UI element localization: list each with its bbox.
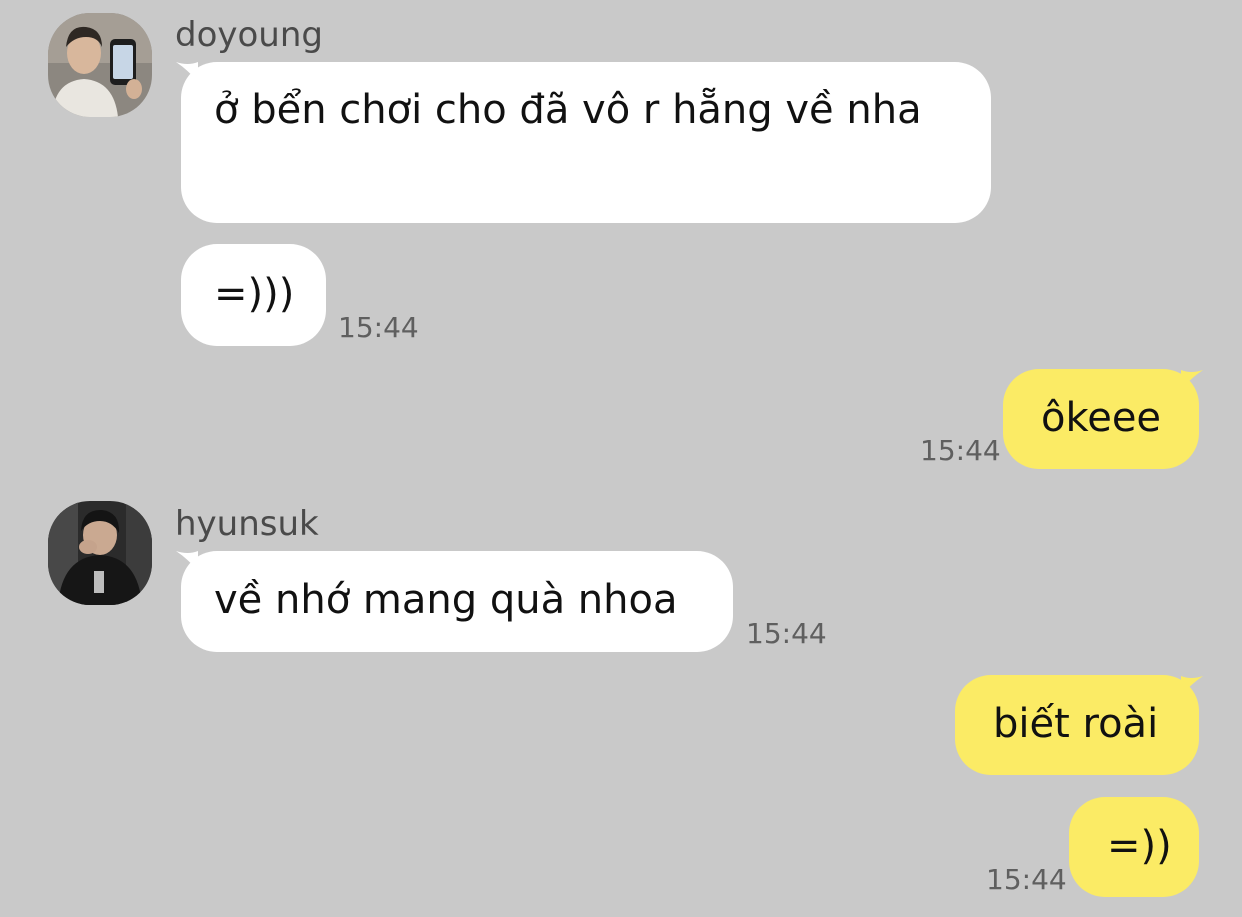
message-text: về nhớ mang quà nhoa (214, 577, 678, 623)
message-text: ở bển chơi cho đã vô r hẵng về nha (214, 87, 922, 133)
message-timestamp: 15:44 (986, 863, 1067, 896)
user-photo-avatar-icon (48, 501, 152, 605)
message-timestamp: 15:44 (920, 434, 1001, 467)
message-text: =))) (214, 271, 295, 317)
message-bubble-me-2[interactable]: biết roài (955, 675, 1199, 775)
message-timestamp: 15:44 (746, 617, 827, 650)
message-text: biết roài (993, 701, 1159, 747)
message-text: =)) (1107, 823, 1172, 869)
message-bubble-me-1[interactable]: ôkeee (1003, 369, 1199, 469)
sender-name-hyunsuk: hyunsuk (175, 504, 319, 544)
message-bubble-doyoung-2[interactable]: =))) (181, 244, 326, 346)
message-bubble-doyoung-1[interactable]: ở bển chơi cho đã vô r hẵng về nha (181, 62, 991, 223)
sender-name-doyoung: doyoung (175, 15, 323, 55)
avatar-hyunsuk[interactable] (48, 501, 152, 605)
message-text: ôkeee (1041, 395, 1162, 441)
message-bubble-me-3[interactable]: =)) (1069, 797, 1199, 897)
avatar-doyoung[interactable] (48, 13, 152, 117)
message-bubble-hyunsuk-1[interactable]: về nhớ mang quà nhoa (181, 551, 733, 652)
user-photo-avatar-icon (48, 13, 152, 117)
message-timestamp: 15:44 (338, 311, 419, 344)
